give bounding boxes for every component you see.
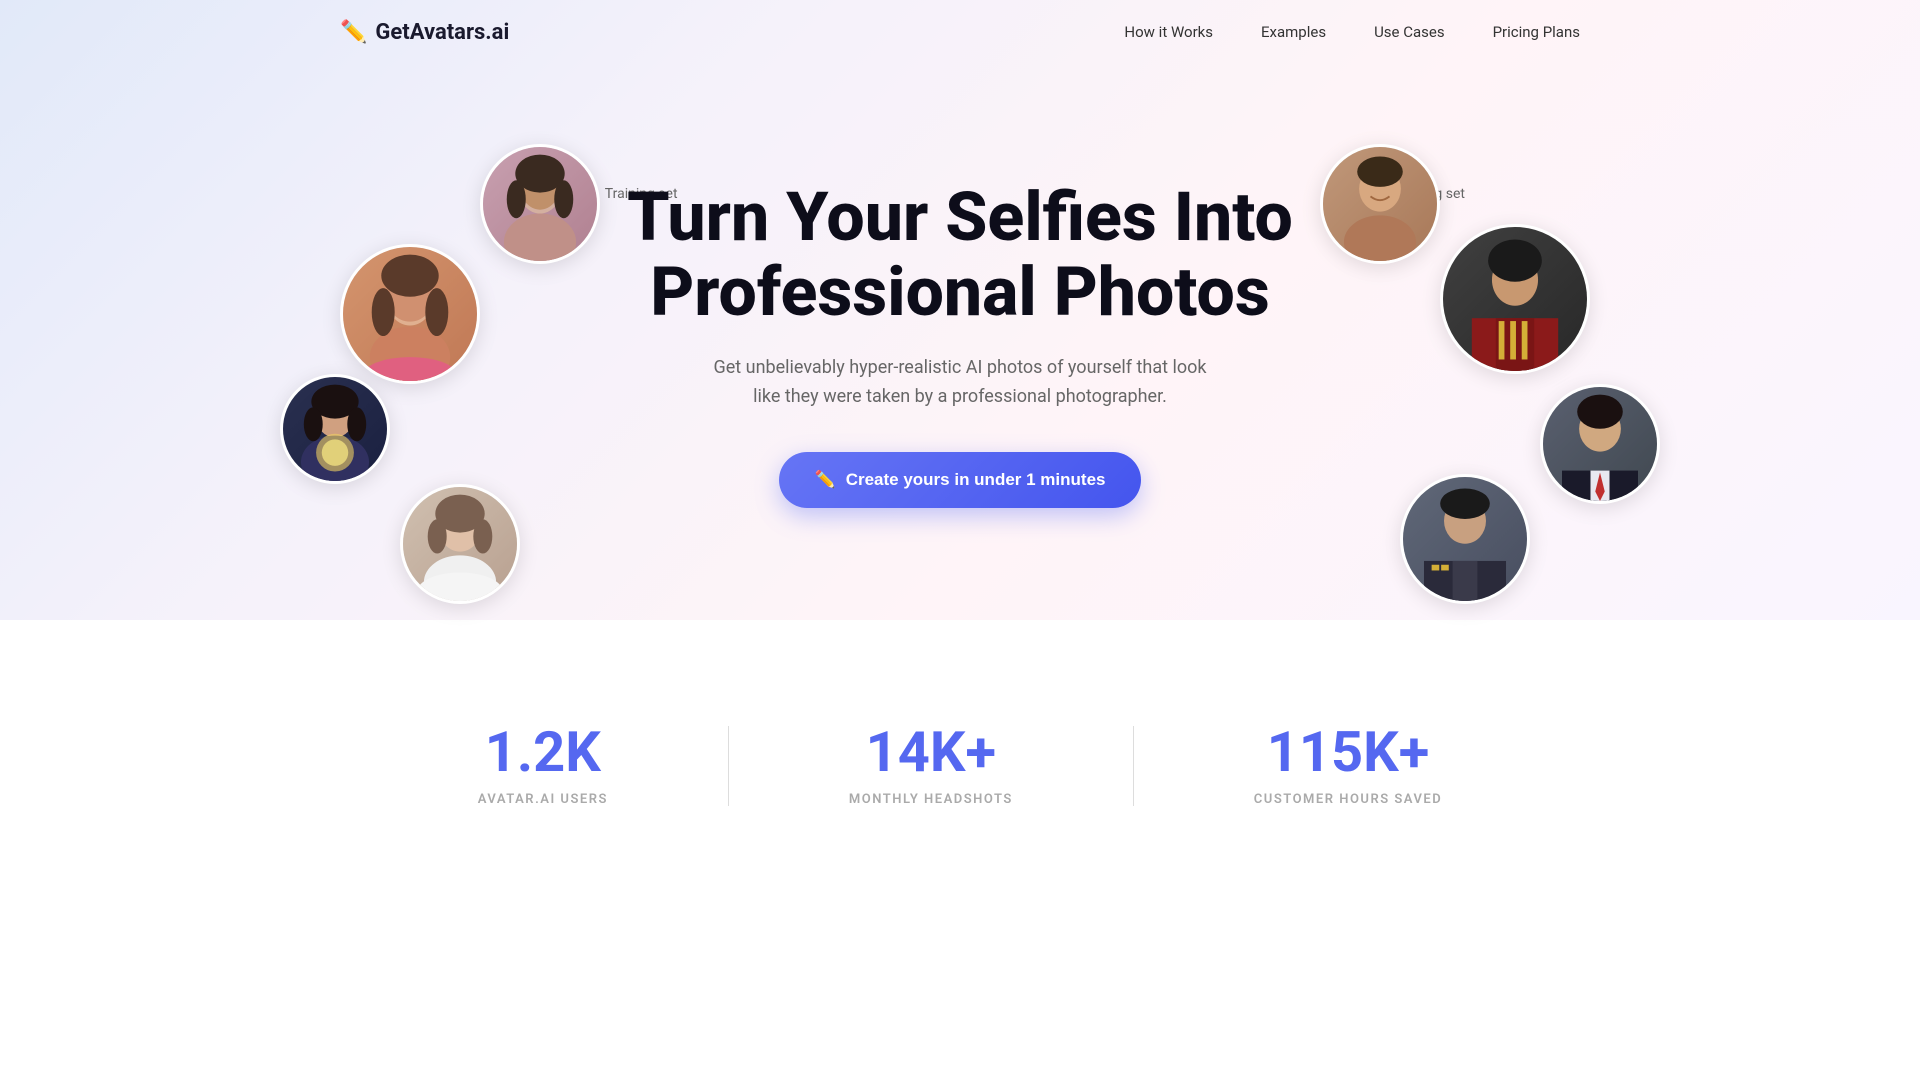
cta-button[interactable]: ✏️ Create yours in under 1 minutes xyxy=(779,452,1142,508)
nav-links: How it Works Examples Use Cases Pricing … xyxy=(1124,23,1580,41)
stat-hours-label: CUSTOMER HOURS SAVED xyxy=(1254,792,1442,807)
hero-section: ↙ Training set Training set ↘ xyxy=(0,64,1920,644)
avatar-right-mid xyxy=(1540,384,1660,504)
avatar-left-mid xyxy=(280,374,390,484)
hero-content: Turn Your Selfies Into Professional Phot… xyxy=(627,180,1293,507)
cta-label: Create yours in under 1 minutes xyxy=(846,470,1106,490)
nav-use-cases[interactable]: Use Cases xyxy=(1374,23,1445,41)
logo-text: GetAvatars.ai xyxy=(375,20,509,45)
stats-section: 1.2K AVATAR.AI USERS 14K+ MONTHLY HEADSH… xyxy=(0,664,1920,887)
navbar: ✏️ GetAvatars.ai How it Works Examples U… xyxy=(0,0,1920,64)
stat-users-number: 1.2K xyxy=(485,724,601,780)
avatar-bottom-right xyxy=(1400,474,1530,604)
stat-hours: 115K+ CUSTOMER HOURS SAVED xyxy=(1134,724,1562,807)
nav-examples[interactable]: Examples xyxy=(1261,23,1326,41)
nav-pricing-plans[interactable]: Pricing Plans xyxy=(1493,23,1580,41)
avatar-top-right-small xyxy=(1320,144,1440,264)
hero-title: Turn Your Selfies Into Professional Phot… xyxy=(627,180,1293,330)
avatar-bottom-left xyxy=(400,484,520,604)
logo[interactable]: ✏️ GetAvatars.ai xyxy=(340,20,509,45)
avatar-top-left-small xyxy=(480,144,600,264)
logo-icon: ✏️ xyxy=(340,20,367,45)
stat-users: 1.2K AVATAR.AI USERS xyxy=(358,724,728,807)
stat-hours-number: 115K+ xyxy=(1267,724,1430,780)
nav-how-it-works[interactable]: How it Works xyxy=(1124,23,1213,41)
stat-headshots: 14K+ MONTHLY HEADSHOTS xyxy=(729,724,1133,807)
cta-icon: ✏️ xyxy=(815,470,836,490)
avatar-left-large xyxy=(340,244,480,384)
hero-subtitle: Get unbelievably hyper-realistic AI phot… xyxy=(710,354,1210,412)
stat-headshots-label: MONTHLY HEADSHOTS xyxy=(849,792,1013,807)
avatar-right-large xyxy=(1440,224,1590,374)
stat-headshots-number: 14K+ xyxy=(866,724,996,780)
stat-users-label: AVATAR.AI USERS xyxy=(478,792,608,807)
